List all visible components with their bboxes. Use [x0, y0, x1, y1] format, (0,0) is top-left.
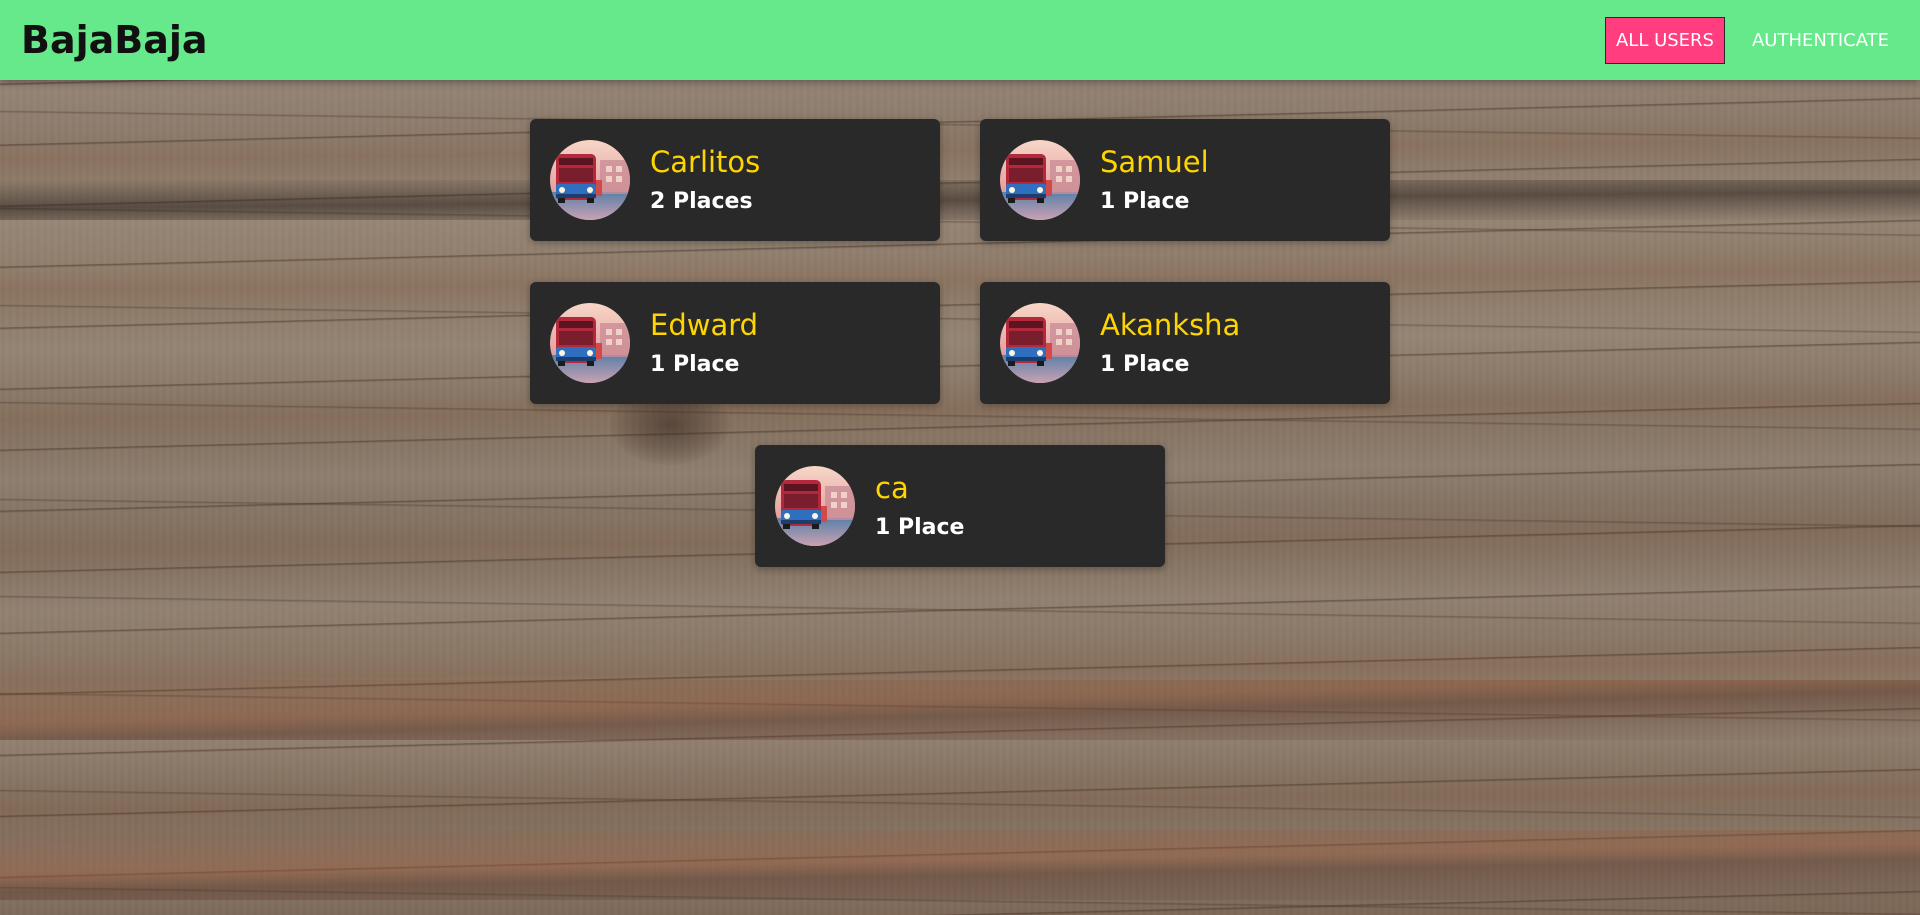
- user-name: Akanksha: [1100, 308, 1241, 342]
- user-card[interactable]: Edward 1 Place: [530, 282, 940, 404]
- wood-grain-decoration: [0, 830, 1920, 900]
- user-avatar: [775, 466, 855, 546]
- site-logo[interactable]: BajaBaja: [21, 18, 208, 62]
- user-avatar: [1000, 303, 1080, 383]
- main-header: BajaBaja ALL USERS AUTHENTICATE: [0, 0, 1920, 80]
- nav-authenticate-link[interactable]: AUTHENTICATE: [1741, 17, 1900, 64]
- nav-all-users-link[interactable]: ALL USERS: [1604, 16, 1725, 64]
- user-avatar: [1000, 140, 1080, 220]
- avatar-photo-icon: [550, 140, 630, 220]
- avatar-photo-icon: [775, 466, 855, 546]
- user-info: ca 1 Place: [875, 470, 964, 542]
- user-card[interactable]: Akanksha 1 Place: [980, 282, 1390, 404]
- user-info: Carlitos 2 Places: [650, 144, 760, 216]
- avatar-photo-icon: [1000, 303, 1080, 383]
- user-name: Samuel: [1100, 145, 1209, 179]
- user-card[interactable]: Carlitos 2 Places: [530, 119, 940, 241]
- user-card[interactable]: Samuel 1 Place: [980, 119, 1390, 241]
- wood-grain-decoration: [0, 680, 1920, 740]
- user-name: ca: [875, 471, 909, 505]
- user-avatar: [550, 303, 630, 383]
- main-navigation: ALL USERS AUTHENTICATE: [1604, 16, 1900, 64]
- user-name: Edward: [650, 308, 759, 342]
- user-info: Samuel 1 Place: [1100, 144, 1209, 216]
- user-name: Carlitos: [650, 145, 761, 179]
- user-info: Edward 1 Place: [650, 307, 758, 379]
- user-place-count: 1 Place: [875, 515, 965, 540]
- wood-grain-decoration: [0, 180, 1920, 220]
- user-card[interactable]: ca 1 Place: [755, 445, 1165, 567]
- user-place-count: 2 Places: [650, 189, 753, 214]
- user-info: Akanksha 1 Place: [1100, 307, 1240, 379]
- user-place-count: 1 Place: [650, 352, 740, 377]
- avatar-photo-icon: [550, 303, 630, 383]
- user-place-count: 1 Place: [1100, 352, 1190, 377]
- user-place-count: 1 Place: [1100, 189, 1190, 214]
- user-avatar: [550, 140, 630, 220]
- avatar-photo-icon: [1000, 140, 1080, 220]
